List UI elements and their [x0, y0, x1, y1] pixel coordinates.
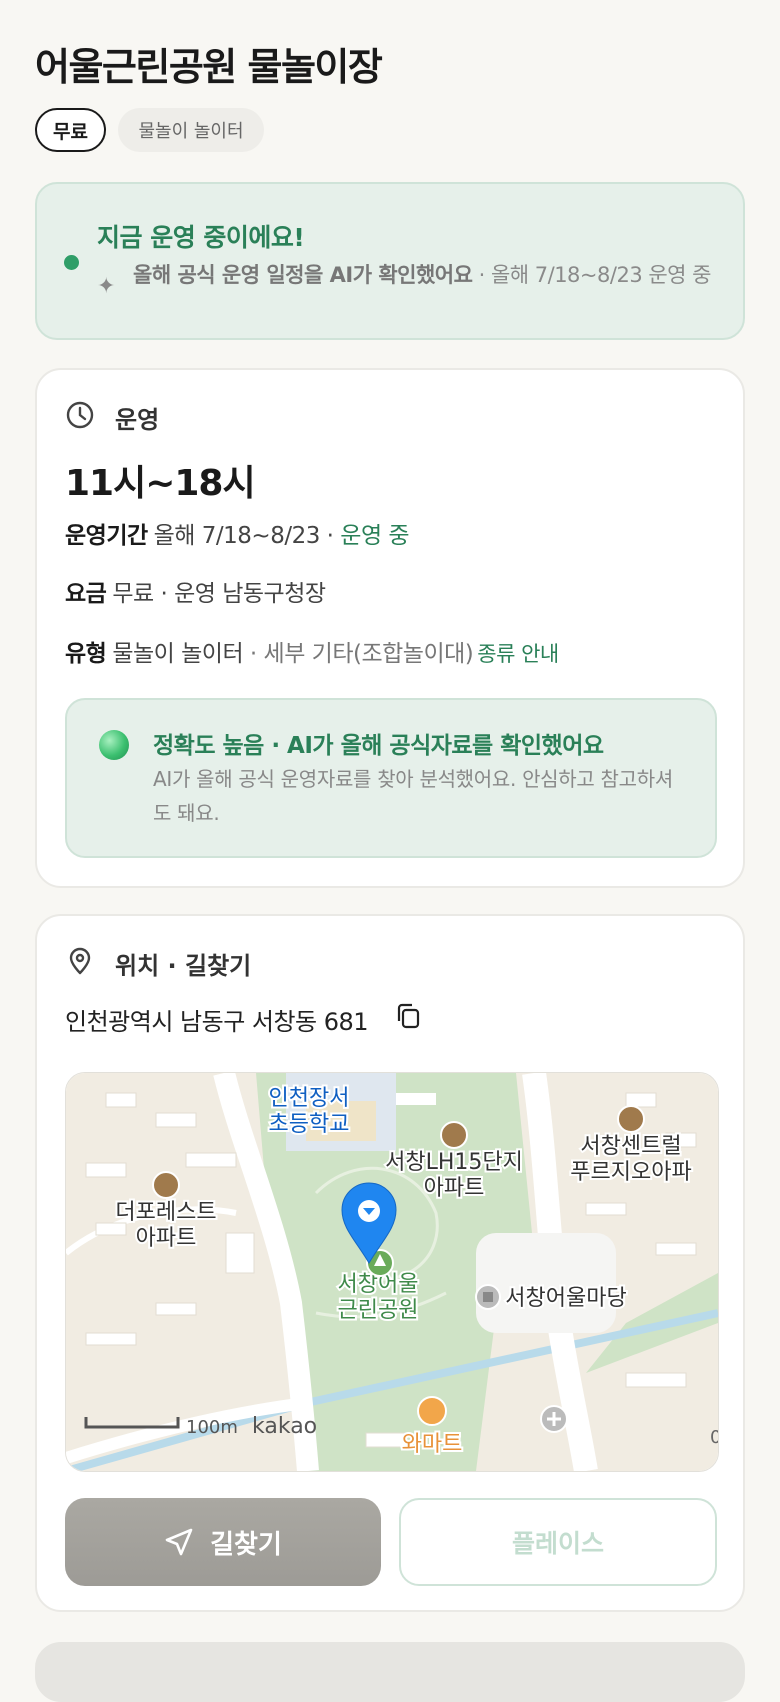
status-dot — [64, 255, 79, 270]
fee-row: 요금 무료 · 운영 남동구청장 — [65, 574, 326, 608]
status-banner: 지금 운영 중이에요! ✦ 올해 공식 운영 일정을 AI가 확인했어요 · 올… — [35, 182, 745, 340]
clock-icon — [66, 401, 94, 429]
location-section-label: 위치 · 길찾기 — [115, 952, 252, 980]
accuracy-orb-icon — [99, 730, 129, 760]
operation-card: 운영 11시~18시 운영기간 올해 7/18~8/23 · 운영 중 요금 무료 … — [35, 368, 745, 888]
status-title: 지금 운영 중이에요! — [97, 223, 305, 252]
map-label-park-2: 근린공원 — [338, 1298, 419, 1323]
chip-playground-type[interactable]: 물놀이 놀이터 — [118, 108, 264, 152]
map-label-edge: 0 — [710, 1427, 718, 1448]
fee-label: 요금 — [65, 581, 107, 607]
fee-value: 무료 · 운영 남동구청장 — [112, 581, 326, 607]
route-button-label: 길찾기 — [210, 1529, 282, 1560]
type-value: 물놀이 놀이터 — [112, 641, 244, 667]
map-label-forest-2: 아파트 — [136, 1226, 197, 1251]
type-guide-link[interactable]: 종류 안내 — [477, 642, 559, 666]
period-value: 올해 7/18~8/23 · — [153, 523, 341, 549]
map-label-forest-1: 더포레스트 — [115, 1200, 216, 1225]
map-label-mart: 와마트 — [402, 1432, 463, 1457]
accuracy-title: 정확도 높음 · AI가 올해 공식자료를 확인했어요 — [153, 733, 604, 759]
type-row: 유형 물놀이 놀이터 · 세부 기타(조합놀이대) 종류 안내 — [65, 634, 559, 668]
map-label-center-2: 푸르지오아파 — [570, 1160, 691, 1185]
map-label-school-2: 초등학교 — [269, 1112, 350, 1137]
map-label-lh-2: 아파트 — [424, 1176, 485, 1201]
next-card-peek — [35, 1642, 745, 1702]
sparkle-icon: ✦ — [97, 274, 116, 299]
address-text: 인천광역시 남동구 서창동 681 — [65, 1008, 369, 1036]
accuracy-description: AI가 올해 공식 운영자료를 찾아 분석했어요. 안심하고 참고하셔도 돼요. — [153, 767, 673, 825]
copy-icon[interactable] — [395, 1002, 421, 1030]
map-label-lh-1: 서창LH15단지 — [385, 1150, 523, 1175]
status-desc-rest: · 올해 7/18~8/23 운영 중 — [472, 263, 712, 287]
place-button[interactable]: 플레이스 — [399, 1498, 717, 1586]
status-desc-strong: 올해 공식 운영 일정을 AI가 확인했어요 — [133, 263, 473, 287]
map-label-plaza: 서창어울마당 — [505, 1286, 626, 1311]
map-brand-label: kakao — [252, 1414, 317, 1439]
type-label: 유형 — [65, 641, 107, 667]
map-scale-label: 100m — [186, 1417, 238, 1438]
type-detail: · 세부 기타(조합놀이대) — [243, 641, 474, 667]
operation-section-label: 운영 — [115, 406, 160, 434]
status-description: 올해 공식 운영 일정을 AI가 확인했어요 · 올해 7/18~8/23 운영… — [133, 260, 733, 290]
navigation-arrow-icon — [165, 1528, 193, 1556]
operating-hours: 11시~18시 — [65, 463, 256, 504]
map-label-school-1: 인천장서 — [269, 1086, 350, 1111]
location-card: 위치 · 길찾기 인천광역시 남동구 서창동 681 인천장서 초등학교 서창L… — [35, 914, 745, 1612]
page-title: 어울근린공원 물놀이장 — [35, 45, 383, 89]
period-row: 운영기간 올해 7/18~8/23 · 운영 중 — [65, 516, 410, 550]
route-button[interactable]: 길찾기 — [65, 1498, 381, 1586]
chip-free[interactable]: 무료 — [35, 108, 106, 152]
accuracy-notice: 정확도 높음 · AI가 올해 공식자료를 확인했어요 AI가 올해 공식 운영… — [65, 698, 717, 858]
map-view[interactable]: 인천장서 초등학교 서창LH15단지 아파트 서창센트럴 푸르지오아파 더포레스… — [65, 1072, 719, 1472]
map-label-center-1: 서창센트럴 — [580, 1134, 681, 1159]
location-pin-icon — [69, 947, 91, 975]
period-label: 운영기간 — [65, 523, 148, 549]
period-status: 운영 중 — [340, 523, 410, 549]
